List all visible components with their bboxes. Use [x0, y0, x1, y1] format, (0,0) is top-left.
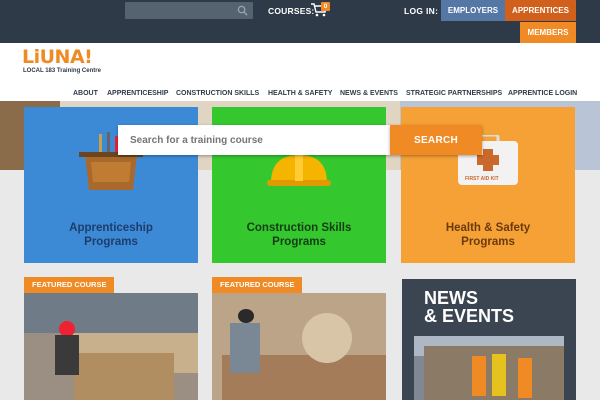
logo[interactable]: LiUNA!	[22, 46, 93, 68]
nav-apprentice-login[interactable]: APPRENTICE LOGIN	[508, 90, 577, 97]
card-title-line1: Construction Skills	[246, 222, 352, 234]
employers-button[interactable]: EMPLOYERS	[441, 0, 505, 21]
top-bar: COURSES: 0 LOG IN: EMPLOYERS APPRENTICES…	[0, 0, 600, 43]
cart-count-badge: 0	[321, 2, 330, 11]
hard-hat-icon	[267, 155, 331, 186]
card-title-line2: Programs	[272, 236, 326, 248]
card-title-line2: Programs	[84, 236, 138, 248]
nav-about[interactable]: ABOUT	[73, 90, 98, 97]
news-events-panel[interactable]: NEWS & EVENTS	[402, 279, 576, 400]
nav-health-safety[interactable]: HEALTH & SAFETY	[268, 90, 332, 97]
members-button[interactable]: MEMBERS	[520, 22, 576, 43]
card-title-line2: Programs	[461, 236, 515, 248]
page: { "topbar": { "search_placeholder": "", …	[0, 0, 600, 400]
card-title-line1: Apprenticeship	[69, 222, 153, 234]
site-header: LiUNA! LOCAL 183 Training Centre ABOUT A…	[0, 43, 600, 101]
nav-apprenticeship[interactable]: APPRENTICESHIP	[107, 90, 168, 97]
first-aid-kit-label: FIRST AID KIT	[465, 176, 499, 182]
login-label: LOG IN:	[404, 6, 439, 16]
news-image[interactable]	[414, 336, 564, 400]
search-button[interactable]: SEARCH	[390, 125, 482, 155]
top-search-input[interactable]	[125, 2, 233, 19]
featured-course-tag: FEATURED COURSE	[24, 277, 115, 293]
nav-strategic-partnerships[interactable]: STRATEGIC PARTNERSHIPS	[406, 90, 502, 97]
logo-subtitle: LOCAL 183 Training Centre	[23, 68, 101, 74]
card-title-line1: Health & Safety	[445, 222, 531, 234]
course-search-input[interactable]	[118, 125, 390, 155]
news-heading-line1: NEWS	[424, 288, 478, 308]
course-search-box[interactable]	[118, 125, 390, 155]
search-icon[interactable]	[237, 5, 248, 16]
featured-course-1-image[interactable]	[24, 293, 198, 400]
featured-course-2-image[interactable]	[212, 293, 386, 400]
featured-course-tag: FEATURED COURSE	[212, 277, 303, 293]
courses-label[interactable]: COURSES:	[268, 6, 314, 16]
apprentices-button[interactable]: APPRENTICES	[505, 0, 576, 21]
top-search-box[interactable]	[125, 2, 253, 19]
news-heading-line2: & EVENTS	[424, 306, 515, 326]
main-nav: ABOUT APPRENTICESHIP CONSTRUCTION SKILLS…	[0, 90, 580, 101]
nav-news-events[interactable]: NEWS & EVENTS	[340, 90, 398, 97]
nav-construction-skills[interactable]: CONSTRUCTION SKILLS	[176, 90, 259, 97]
